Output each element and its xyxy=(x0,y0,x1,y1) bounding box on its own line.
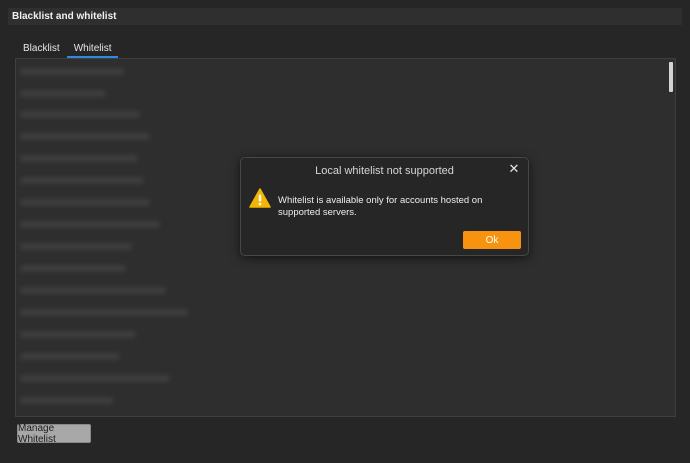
list-item[interactable] xyxy=(20,397,114,404)
scrollbar-thumb[interactable] xyxy=(669,62,673,92)
blacklist-whitelist-window: Blacklist and whitelist Blacklist Whitel… xyxy=(0,0,690,463)
list-item[interactable] xyxy=(20,265,126,272)
list-item[interactable] xyxy=(20,331,136,338)
list-item[interactable] xyxy=(20,221,160,228)
list-item[interactable] xyxy=(20,287,166,294)
list-item[interactable] xyxy=(20,243,132,250)
list-item[interactable] xyxy=(20,199,150,206)
close-icon[interactable]: ✕ xyxy=(507,162,521,176)
dialog-message: Whitelist is available only for accounts… xyxy=(278,195,483,218)
tab-blacklist[interactable]: Blacklist xyxy=(16,38,67,58)
list-item[interactable] xyxy=(20,133,150,140)
manage-whitelist-button[interactable]: Manage Whitelist xyxy=(17,423,91,445)
list-item[interactable] xyxy=(20,111,140,118)
dialog-title: Local whitelist not supported xyxy=(315,165,454,177)
list-item[interactable] xyxy=(20,155,138,162)
list-item[interactable] xyxy=(20,375,170,382)
warning-icon xyxy=(249,188,271,208)
list-item[interactable] xyxy=(20,309,188,316)
list-item[interactable] xyxy=(20,177,144,184)
alert-dialog: Local whitelist not supported ✕ Whitelis… xyxy=(240,157,529,256)
window-title: Blacklist and whitelist xyxy=(8,8,682,25)
list-item[interactable] xyxy=(20,68,124,75)
tab-bar: Blacklist Whitelist xyxy=(16,38,119,58)
list-item[interactable] xyxy=(20,90,106,97)
tab-whitelist[interactable]: Whitelist xyxy=(66,38,119,58)
list-item[interactable] xyxy=(20,353,120,360)
ok-button[interactable]: Ok xyxy=(463,231,521,249)
